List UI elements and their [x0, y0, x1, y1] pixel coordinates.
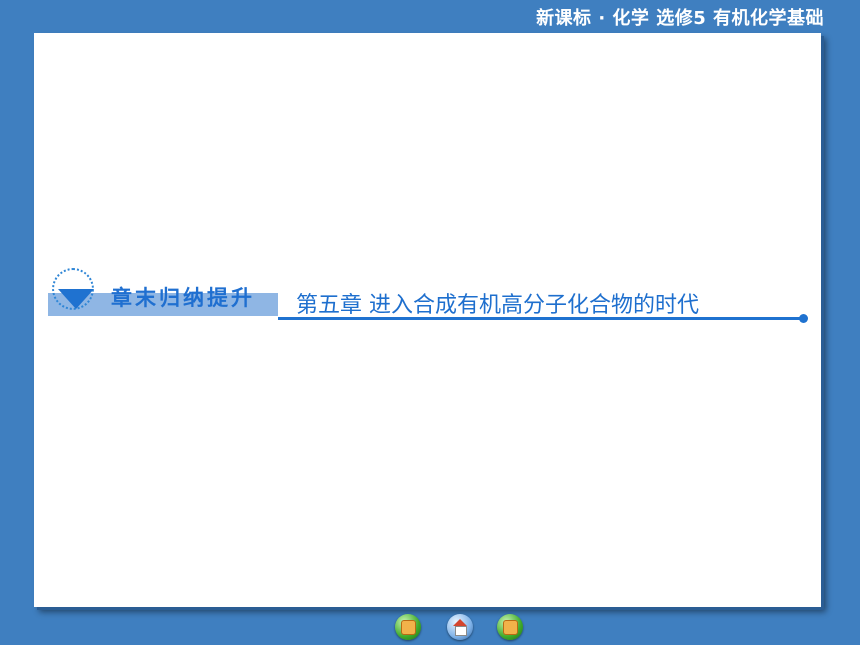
next-arrow-icon	[502, 619, 518, 635]
home-icon	[453, 619, 467, 626]
chapter-title-band: 章末归纳提升 第五章 进入合成有机高分子化合物的时代	[46, 265, 816, 329]
triangle-down-icon	[58, 289, 94, 309]
underline-end-dot	[799, 314, 808, 323]
chapter-title: 第五章 进入合成有机高分子化合物的时代	[296, 293, 699, 318]
prev-button[interactable]	[395, 614, 421, 640]
next-button[interactable]	[497, 614, 523, 640]
home-icon-body	[455, 626, 467, 636]
course-header: 新课标 · 化学 选修5 有机化学基础	[536, 8, 824, 29]
slide-panel: 章末归纳提升 第五章 进入合成有机高分子化合物的时代	[34, 33, 821, 607]
home-button[interactable]	[447, 614, 473, 640]
title-underline	[278, 317, 802, 320]
prev-arrow-icon	[400, 619, 416, 635]
slide-navigation	[393, 614, 533, 642]
section-badge-label: 章末归纳提升	[111, 285, 255, 310]
